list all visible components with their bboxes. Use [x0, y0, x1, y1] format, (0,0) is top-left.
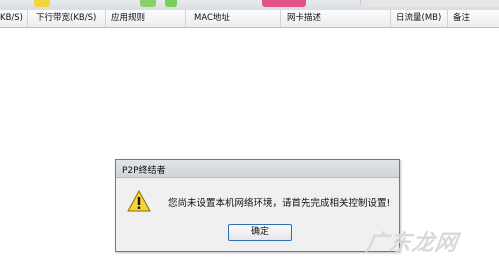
column-app-rules[interactable]: 应用规则 [106, 10, 186, 27]
alert-dialog: P2P终结者 您尚未设置本机网络环境，请首先完成相关控制设置! 确定 [115, 159, 400, 252]
watermark-logo: 广东龙网 [364, 231, 460, 256]
column-mac-address[interactable]: MAC地址 [186, 10, 281, 27]
toolbar-button-green-2[interactable] [165, 0, 177, 7]
column-notes[interactable]: 备注 [448, 10, 499, 27]
dialog-title-bar[interactable]: P2P终结者 [116, 160, 399, 178]
column-upload-bandwidth[interactable]: KB/S) [0, 10, 28, 27]
ok-button[interactable]: 确定 [228, 224, 292, 241]
toolbar-button-yellow[interactable] [34, 0, 50, 7]
toolbar-button-pink[interactable] [262, 0, 306, 7]
column-header: KB/S) 下行带宽(KB/S) 应用规则 MAC地址 网卡描述 日流量(MB)… [0, 10, 499, 28]
column-download-bandwidth[interactable]: 下行带宽(KB/S) [28, 10, 106, 27]
dialog-message: 您尚未设置本机网络环境，请首先完成相关控制设置! [168, 198, 391, 209]
column-daily-traffic[interactable]: 日流量(MB) [391, 10, 448, 27]
toolbar-right-panel [360, 0, 499, 7]
warning-icon [127, 190, 151, 212]
toolbar-button-green[interactable] [140, 0, 156, 7]
column-nic-description[interactable]: 网卡描述 [281, 10, 391, 27]
dialog-title: P2P终结者 [122, 166, 166, 176]
